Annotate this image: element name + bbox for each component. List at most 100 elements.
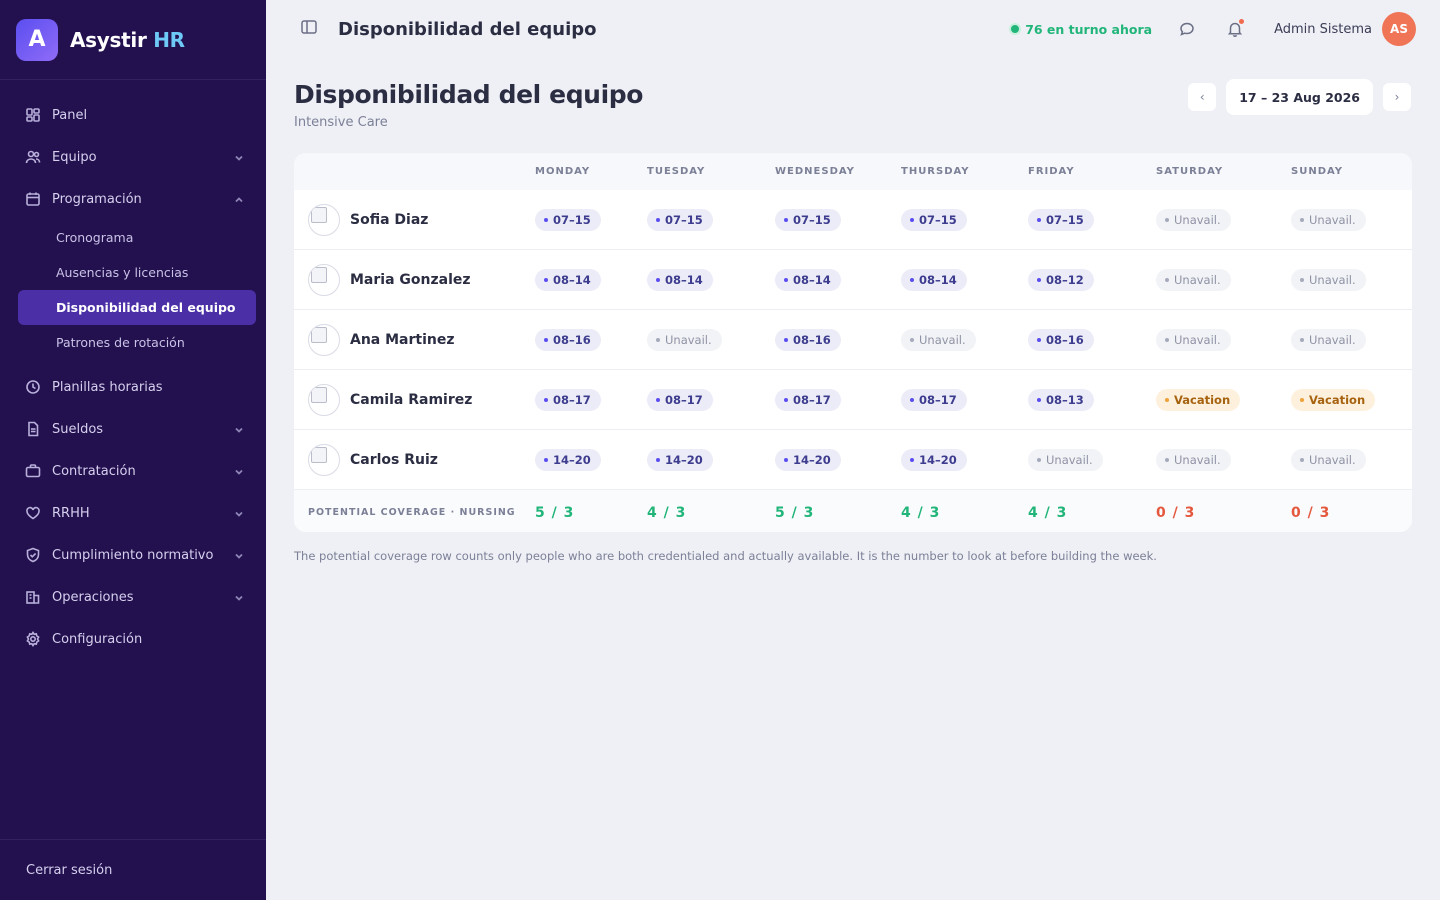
table-row[interactable]: Camila Ramirez 08–17 08–17 08–17 08–17 08–13 V… [294, 370, 1412, 430]
availability-chip-unavail[interactable]: Unavail. [1156, 268, 1231, 291]
availability-chip-shift[interactable]: 08–14 [535, 268, 601, 291]
sidebar-subitem[interactable]: Patrones de rotación [0, 325, 256, 360]
availability-cell[interactable]: Unavail. [1291, 250, 1412, 310]
sidebar-item-operaciones[interactable]: Operaciones [0, 576, 266, 618]
availability-cell[interactable]: 08–16 [775, 310, 901, 370]
availability-cell[interactable]: 08–16 [1028, 310, 1156, 370]
brand[interactable]: A Asystir HR [0, 0, 266, 80]
availability-chip-shift[interactable]: 08–14 [647, 268, 713, 291]
availability-chip-shift[interactable]: 08–17 [535, 388, 601, 411]
availability-cell[interactable]: Unavail. [1028, 430, 1156, 490]
avatar[interactable]: AS [1382, 12, 1416, 46]
availability-chip-shift[interactable]: 08–14 [775, 268, 841, 291]
logout-button[interactable]: Cerrar sesión [0, 839, 266, 900]
sidebar-item-programacion[interactable]: Programación [0, 178, 266, 220]
availability-chip-unavail[interactable]: Unavail. [1291, 208, 1366, 231]
next-week-button[interactable]: › [1383, 83, 1411, 111]
availability-cell[interactable]: Unavail. [1156, 430, 1291, 490]
availability-cell[interactable]: 08–14 [647, 250, 775, 310]
table-row[interactable]: Carlos Ruiz 14–20 14–20 14–20 14–20 Unavail. U… [294, 430, 1412, 490]
availability-cell[interactable]: 08–17 [647, 370, 775, 430]
availability-chip-unavail[interactable]: Unavail. [1156, 448, 1231, 471]
availability-cell[interactable]: Unavail. [647, 310, 775, 370]
chat-icon[interactable] [1178, 20, 1196, 38]
sidebar-item-panel[interactable]: Panel [0, 94, 266, 136]
availability-cell[interactable]: 07–15 [901, 190, 1028, 250]
availability-chip-shift[interactable]: 14–20 [901, 448, 967, 471]
availability-chip-shift[interactable]: 08–17 [775, 388, 841, 411]
prev-week-button[interactable]: ‹ [1188, 83, 1217, 111]
availability-cell[interactable]: 14–20 [647, 430, 775, 490]
sidebar-subitem[interactable]: Ausencias y licencias [0, 255, 256, 290]
availability-chip-shift[interactable]: 07–15 [535, 208, 601, 231]
availability-chip-shift[interactable]: 08–13 [1028, 388, 1094, 411]
table-row[interactable]: Sofia Diaz 07–15 07–15 07–15 07–15 07–15 Unava… [294, 190, 1412, 250]
availability-chip-shift[interactable]: 08–16 [1028, 328, 1094, 351]
availability-chip-unavail[interactable]: Unavail. [901, 328, 976, 351]
sidebar-item-cumplimiento-normativo[interactable]: Cumplimiento normativo [0, 534, 266, 576]
sidebar-subitem[interactable]: Disponibilidad del equipo [18, 290, 256, 325]
employee[interactable]: Carlos Ruiz [294, 430, 535, 489]
availability-cell[interactable]: Vacation [1291, 370, 1412, 430]
table-row[interactable]: Ana Martinez 08–16 Unavail. 08–16 Unavail. 08… [294, 310, 1412, 370]
availability-cell[interactable]: 14–20 [775, 430, 901, 490]
availability-chip-shift[interactable]: 14–20 [647, 448, 713, 471]
availability-cell[interactable]: 07–15 [1028, 190, 1156, 250]
availability-chip-vacation[interactable]: Vacation [1156, 388, 1241, 411]
availability-cell[interactable]: Unavail. [1291, 430, 1412, 490]
sidebar-item-rrhh[interactable]: RRHH [0, 492, 266, 534]
availability-cell[interactable]: Unavail. [1291, 190, 1412, 250]
sidebar-toggle-icon[interactable] [300, 18, 318, 40]
availability-chip-shift[interactable]: 08–14 [901, 268, 967, 291]
availability-chip-shift[interactable]: 08–12 [1028, 268, 1094, 291]
availability-chip-shift[interactable]: 08–16 [775, 328, 841, 351]
availability-cell[interactable]: 08–14 [775, 250, 901, 310]
availability-cell[interactable]: 07–15 [647, 190, 775, 250]
availability-chip-vacation[interactable]: Vacation [1291, 388, 1376, 411]
employee[interactable]: Camila Ramirez [294, 370, 535, 429]
availability-cell[interactable]: 08–13 [1028, 370, 1156, 430]
sidebar-item-equipo[interactable]: Equipo [0, 136, 266, 178]
availability-cell[interactable]: 08–17 [901, 370, 1028, 430]
bell-icon[interactable] [1226, 19, 1245, 38]
on-shift-status[interactable]: 76 en turno ahora [1011, 22, 1152, 37]
user-name[interactable]: Admin Sistema [1274, 22, 1372, 37]
availability-cell[interactable]: Unavail. [1156, 190, 1291, 250]
availability-chip-shift[interactable]: 07–15 [901, 208, 967, 231]
availability-chip-unavail[interactable]: Unavail. [1291, 448, 1366, 471]
availability-cell[interactable]: Unavail. [901, 310, 1028, 370]
availability-cell[interactable]: 08–16 [535, 310, 647, 370]
availability-chip-unavail[interactable]: Unavail. [1291, 268, 1366, 291]
availability-cell[interactable]: 08–17 [775, 370, 901, 430]
sidebar-item-planillas-horarias[interactable]: Planillas horarias [0, 366, 266, 408]
availability-cell[interactable]: Unavail. [1291, 310, 1412, 370]
availability-chip-unavail[interactable]: Unavail. [647, 328, 722, 351]
availability-cell[interactable]: 14–20 [535, 430, 647, 490]
sidebar-item-contratacion[interactable]: Contratación [0, 450, 266, 492]
availability-chip-shift[interactable]: 08–17 [901, 388, 967, 411]
availability-chip-unavail[interactable]: Unavail. [1156, 208, 1231, 231]
availability-cell[interactable]: 07–15 [775, 190, 901, 250]
table-row[interactable]: Maria Gonzalez 08–14 08–14 08–14 08–14 08–12 U… [294, 250, 1412, 310]
availability-chip-unavail[interactable]: Unavail. [1028, 448, 1103, 471]
availability-chip-unavail[interactable]: Unavail. [1156, 328, 1231, 351]
week-range-button[interactable]: 17 – 23 Aug 2026 [1226, 79, 1373, 115]
availability-cell[interactable]: 08–14 [535, 250, 647, 310]
availability-chip-shift[interactable]: 07–15 [1028, 208, 1094, 231]
employee[interactable]: Sofia Diaz [294, 190, 535, 249]
sidebar-item-configuracion[interactable]: Configuración [0, 618, 266, 660]
availability-cell[interactable]: 07–15 [535, 190, 647, 250]
availability-chip-shift[interactable]: 07–15 [775, 208, 841, 231]
employee[interactable]: Maria Gonzalez [294, 250, 535, 309]
availability-chip-shift[interactable]: 14–20 [535, 448, 601, 471]
availability-cell[interactable]: 08–12 [1028, 250, 1156, 310]
availability-chip-unavail[interactable]: Unavail. [1291, 328, 1366, 351]
availability-chip-shift[interactable]: 14–20 [775, 448, 841, 471]
sidebar-subitem[interactable]: Cronograma [0, 220, 256, 255]
availability-chip-shift[interactable]: 08–16 [535, 328, 601, 351]
employee[interactable]: Ana Martinez [294, 310, 535, 369]
availability-chip-shift[interactable]: 08–17 [647, 388, 713, 411]
availability-cell[interactable]: 14–20 [901, 430, 1028, 490]
availability-cell[interactable]: Unavail. [1156, 250, 1291, 310]
availability-cell[interactable]: 08–17 [535, 370, 647, 430]
